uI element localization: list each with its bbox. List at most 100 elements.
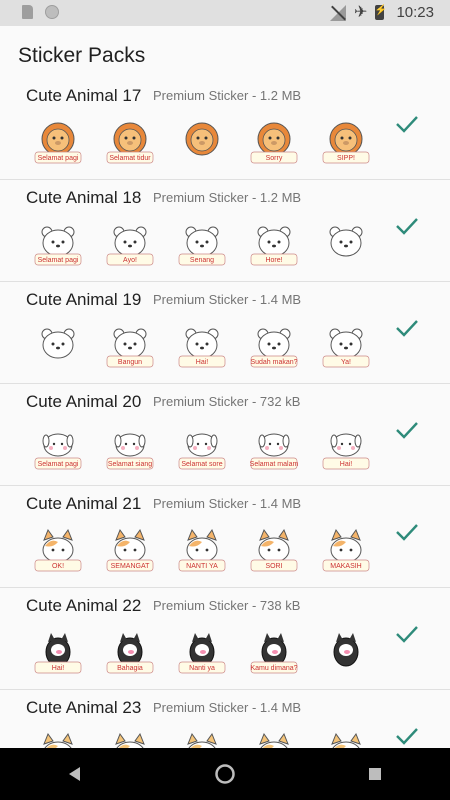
dog-sticker-image: Selamat malam bbox=[250, 433, 299, 470]
svg-text:Hai!: Hai! bbox=[52, 665, 65, 672]
pack-name: Cute Animal 23 bbox=[26, 698, 142, 717]
svg-text:Selamat pagi: Selamat pagi bbox=[38, 257, 79, 264]
lion-sticker-image: Sorry bbox=[250, 122, 298, 164]
sticker-preview: Hore! bbox=[238, 218, 310, 268]
sticker-pack-row[interactable]: Cute Animal 20 Premium Sticker - 732 kB S… bbox=[0, 384, 450, 486]
added-check-icon[interactable] bbox=[394, 114, 420, 134]
sticker-preview: Ayo! bbox=[94, 218, 166, 268]
svg-text:Selamat malam: Selamat malam bbox=[250, 461, 299, 468]
airplane-icon: ✈ bbox=[354, 3, 368, 21]
sticker-preview: Nanti ya bbox=[166, 626, 238, 676]
added-check-icon[interactable] bbox=[394, 624, 420, 644]
recents-icon bbox=[369, 768, 381, 780]
svg-text:Sudah makan?: Sudah makan? bbox=[250, 359, 297, 366]
no-signal-icon bbox=[330, 4, 347, 21]
sticker-preview: MAKASIH bbox=[310, 524, 382, 574]
added-check-icon[interactable] bbox=[394, 420, 420, 440]
svg-text:Nanti ya: Nanti ya bbox=[189, 665, 215, 672]
sticker-preview-strip: Selamat pagi Ayo! Senang Hore! bbox=[22, 218, 382, 268]
pack-name: Cute Animal 18 bbox=[26, 188, 142, 207]
sticker-preview: Selamat sore bbox=[166, 422, 238, 472]
bear-sticker-image: Senang bbox=[178, 226, 226, 266]
svg-text:Selamat tidur: Selamat tidur bbox=[109, 155, 151, 162]
added-check-icon[interactable] bbox=[394, 318, 420, 338]
pig-sticker-image: Nanti ya bbox=[178, 633, 226, 674]
sticker-pack-row[interactable]: Cute Animal 19 Premium Sticker - 1.4 MB B… bbox=[0, 282, 450, 384]
sticker-preview-strip: Bangun Hai! Sudah makan? Ya! bbox=[22, 320, 382, 370]
sticker-preview: SORI bbox=[238, 524, 310, 574]
pack-name: Cute Animal 20 bbox=[26, 392, 142, 411]
added-check-icon[interactable] bbox=[394, 726, 420, 746]
svg-text:Selamat sore: Selamat sore bbox=[181, 461, 222, 468]
pack-meta: Premium Sticker - 1.2 MB bbox=[153, 190, 302, 205]
home-icon bbox=[215, 764, 235, 784]
dog-sticker-image: Selamat sore bbox=[178, 433, 226, 470]
svg-text:NANTI YA: NANTI YA bbox=[186, 563, 218, 570]
added-check-icon[interactable] bbox=[394, 522, 420, 542]
sticker-preview: Selamat tidur bbox=[94, 116, 166, 166]
cat-sticker-image: MAKASIH bbox=[322, 528, 370, 572]
sticker-preview: NANTI YA bbox=[166, 524, 238, 574]
dog-sticker-image: Selamat siang bbox=[106, 433, 154, 470]
svg-text:Ya!: Ya! bbox=[341, 359, 351, 366]
navigation-bar bbox=[0, 748, 450, 800]
cat-sticker-image: NANTI YA bbox=[178, 528, 226, 572]
home-button[interactable] bbox=[195, 748, 255, 800]
sticker-preview: Selamat pagi bbox=[22, 422, 94, 472]
pig-sticker-image: Kamu dimana? bbox=[250, 633, 298, 674]
lion-sticker-image bbox=[185, 122, 219, 156]
sticker-preview-strip: Selamat pagi Selamat tidur Sorry SIPP! bbox=[22, 116, 382, 166]
sticker-preview: OK! bbox=[22, 524, 94, 574]
dog-sticker-image: Hai! bbox=[322, 433, 370, 470]
back-button[interactable] bbox=[45, 748, 105, 800]
bear-sticker-image: Ya! bbox=[322, 328, 370, 368]
sticker-preview: Senang bbox=[166, 218, 238, 268]
pig-sticker-image bbox=[333, 633, 359, 667]
svg-text:Sorry: Sorry bbox=[266, 155, 283, 162]
pack-meta: Premium Sticker - 738 kB bbox=[153, 598, 301, 613]
recents-button[interactable] bbox=[345, 748, 405, 800]
sticker-preview: Hai! bbox=[22, 626, 94, 676]
bear-sticker-image bbox=[329, 226, 363, 257]
sticker-pack-row[interactable]: Cute Animal 22 Premium Sticker - 738 kB H… bbox=[0, 588, 450, 690]
svg-text:Senang: Senang bbox=[190, 257, 214, 264]
sticker-preview: Ya! bbox=[310, 320, 382, 370]
sticker-preview-strip: OK! SEMANGAT NANTI YA SORI MAKASIH bbox=[22, 524, 382, 574]
status-bar: ✈ 10:23 bbox=[0, 0, 450, 26]
sticker-preview bbox=[310, 626, 382, 676]
sticker-preview: Bangun bbox=[94, 320, 166, 370]
sd-card-icon bbox=[22, 5, 33, 19]
bear-sticker-image bbox=[41, 328, 75, 359]
sticker-pack-row[interactable]: Cute Animal 17 Premium Sticker - 1.2 MB S… bbox=[0, 78, 450, 180]
pack-meta: Premium Sticker - 1.4 MB bbox=[153, 292, 302, 307]
pack-meta: Premium Sticker - 1.2 MB bbox=[153, 88, 302, 103]
battery-icon bbox=[374, 5, 387, 20]
pack-name: Cute Animal 17 bbox=[26, 86, 142, 105]
sticker-pack-row[interactable]: Cute Animal 21 Premium Sticker - 1.4 MB O… bbox=[0, 486, 450, 588]
svg-text:Bangun: Bangun bbox=[118, 359, 142, 366]
svg-text:SEMANGAT: SEMANGAT bbox=[111, 563, 150, 570]
pack-name: Cute Animal 22 bbox=[26, 596, 142, 615]
lion-sticker-image: Selamat tidur bbox=[106, 122, 154, 164]
sticker-preview bbox=[310, 218, 382, 268]
added-check-icon[interactable] bbox=[394, 216, 420, 236]
svg-text:Hai!: Hai! bbox=[340, 461, 353, 468]
sticker-preview: Hai! bbox=[310, 422, 382, 472]
pack-meta: Premium Sticker - 1.4 MB bbox=[153, 496, 302, 511]
svg-text:Bahagia: Bahagia bbox=[117, 665, 143, 672]
lion-sticker-image: SIPP! bbox=[322, 122, 370, 164]
cat-sticker-image: SEMANGAT bbox=[106, 528, 154, 572]
pack-meta: Premium Sticker - 732 kB bbox=[153, 394, 301, 409]
clock: 10:23 bbox=[396, 4, 434, 21]
sticker-preview: Selamat malam bbox=[238, 422, 310, 472]
bear-sticker-image: Hai! bbox=[178, 328, 226, 368]
sticker-preview: Sorry bbox=[238, 116, 310, 166]
bear-sticker-image: Selamat pagi bbox=[34, 226, 82, 266]
sticker-pack-list: Cute Animal 17 Premium Sticker - 1.2 MB S… bbox=[0, 78, 450, 792]
pack-name: Cute Animal 21 bbox=[26, 494, 142, 513]
back-icon bbox=[69, 767, 80, 781]
bear-sticker-image: Sudah makan? bbox=[250, 328, 298, 368]
sticker-preview bbox=[166, 116, 238, 166]
svg-text:Kamu dimana?: Kamu dimana? bbox=[250, 665, 297, 672]
sticker-pack-row[interactable]: Cute Animal 18 Premium Sticker - 1.2 MB S… bbox=[0, 180, 450, 282]
